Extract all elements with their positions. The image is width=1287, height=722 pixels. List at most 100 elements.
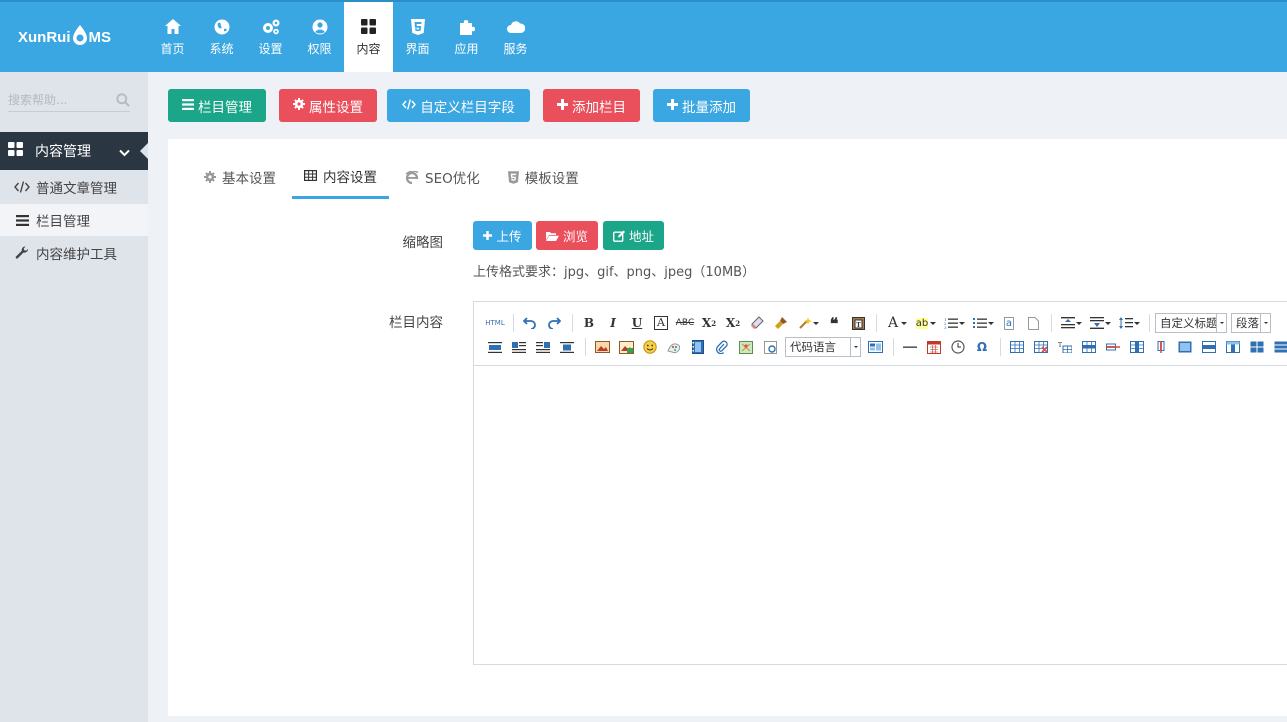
ordered-list-icon[interactable]: 123: [940, 313, 965, 333]
emoticon-icon[interactable]: [639, 337, 661, 357]
bold-icon[interactable]: B: [578, 313, 600, 333]
gear-icon: [293, 97, 305, 114]
blockquote-icon[interactable]: ❝: [823, 313, 845, 333]
insert-table-icon[interactable]: [1006, 337, 1028, 357]
search-icon[interactable]: [116, 92, 130, 107]
nav-services[interactable]: 服务: [491, 2, 540, 72]
tab-seo[interactable]: SEO优化: [393, 155, 492, 199]
nav-label: 首页: [160, 41, 185, 56]
superscript-icon[interactable]: X2: [698, 313, 720, 333]
page-break-icon[interactable]: [1022, 313, 1044, 333]
code-language-select[interactable]: 代码语言: [785, 337, 861, 357]
row-spacing-top-icon[interactable]: [1057, 313, 1082, 333]
sidebar-group-label: 内容管理: [35, 144, 91, 160]
strikethrough-icon[interactable]: ABC: [674, 313, 696, 333]
button-label: 自定义栏目字段: [420, 99, 515, 116]
subscript-icon[interactable]: X2: [722, 313, 744, 333]
merge-right-icon[interactable]: [1198, 337, 1220, 357]
image-center-icon[interactable]: [556, 337, 578, 357]
sidebar-search: [8, 88, 130, 112]
nav-label: 设置: [258, 41, 283, 56]
delete-col-icon[interactable]: [1150, 337, 1172, 357]
nav-permission[interactable]: 权限: [295, 2, 344, 72]
image-right-icon[interactable]: [532, 337, 554, 357]
auto-typeset-icon[interactable]: [794, 313, 819, 333]
custom-fields-button[interactable]: 自定义栏目字段: [387, 89, 530, 122]
insert-image-icon[interactable]: [615, 337, 637, 357]
image-left-icon[interactable]: [508, 337, 530, 357]
tab-template[interactable]: 模板设置: [496, 155, 591, 199]
insert-col-icon[interactable]: [1126, 337, 1148, 357]
nav-system[interactable]: 系统: [197, 2, 246, 72]
template-icon[interactable]: [864, 337, 886, 357]
globe-icon: [213, 18, 231, 36]
html-source-icon[interactable]: HTML: [484, 313, 506, 333]
button-label: 浏览: [562, 229, 588, 244]
sidebar-item-categories[interactable]: 栏目管理: [0, 204, 148, 236]
time-icon[interactable]: [947, 337, 969, 357]
nav-apps[interactable]: 应用: [442, 2, 491, 72]
split-cells-icon[interactable]: [1246, 337, 1268, 357]
eraser-icon[interactable]: [746, 313, 768, 333]
insert-paragraph-before-table-icon[interactable]: T: [1054, 337, 1076, 357]
nav-settings[interactable]: 设置: [246, 2, 295, 72]
italic-icon[interactable]: I: [602, 313, 624, 333]
horizontal-rule-icon[interactable]: [899, 337, 921, 357]
redo-icon[interactable]: [543, 313, 565, 333]
underline-icon[interactable]: U: [626, 313, 648, 333]
font-color-icon[interactable]: A: [882, 313, 907, 333]
image-none-icon[interactable]: [484, 337, 506, 357]
split-rows-icon[interactable]: [1270, 337, 1287, 357]
date-icon[interactable]: [923, 337, 945, 357]
tab-basic[interactable]: 基本设置: [192, 155, 288, 199]
line-height-icon[interactable]: [1115, 313, 1140, 333]
delete-row-icon[interactable]: [1102, 337, 1124, 357]
category-manage-button[interactable]: 栏目管理: [168, 89, 266, 122]
row-spacing-bottom-icon[interactable]: [1086, 313, 1111, 333]
sidebar-group-content[interactable]: 内容管理: [0, 132, 148, 170]
delete-table-icon[interactable]: [1030, 337, 1052, 357]
undo-icon[interactable]: [519, 313, 541, 333]
custom-title-select[interactable]: 自定义标题: [1155, 313, 1227, 333]
sidebar-item-label: 内容维护工具: [36, 247, 117, 263]
format-brush-icon[interactable]: [770, 313, 792, 333]
search-input[interactable]: [8, 92, 104, 107]
insert-frame-icon[interactable]: [759, 337, 781, 357]
simple-upload-icon[interactable]: [591, 337, 613, 357]
merge-down-icon[interactable]: [1222, 337, 1244, 357]
attribute-settings-button[interactable]: 属性设置: [279, 89, 377, 122]
top-nav: 首页 系统 设置 权限 内容 界面 应用 服务: [148, 2, 540, 72]
browse-button[interactable]: 浏览: [536, 221, 598, 250]
nav-home[interactable]: 首页: [148, 2, 197, 72]
separator: [572, 314, 573, 332]
special-char-icon[interactable]: Ω: [971, 337, 993, 357]
merge-cells-icon[interactable]: [1174, 337, 1196, 357]
nav-content[interactable]: 内容: [344, 2, 393, 72]
nav-label: 服务: [503, 41, 528, 56]
add-category-button[interactable]: 添加栏目: [543, 89, 640, 122]
insert-row-icon[interactable]: [1078, 337, 1100, 357]
attachment-icon[interactable]: [711, 337, 733, 357]
video-icon[interactable]: [687, 337, 709, 357]
tab-content[interactable]: 内容设置: [292, 155, 389, 199]
paragraph-select[interactable]: 段落: [1231, 313, 1271, 333]
highlight-color-icon[interactable]: ab: [911, 313, 936, 333]
unordered-list-icon[interactable]: [969, 313, 994, 333]
puzzle-icon: [458, 18, 476, 36]
scrawl-icon[interactable]: [663, 337, 685, 357]
nav-label: 界面: [405, 41, 430, 56]
batch-add-button[interactable]: 批量添加: [653, 89, 750, 122]
address-button[interactable]: 地址: [603, 221, 664, 250]
font-border-icon[interactable]: A: [650, 313, 672, 333]
button-label: 添加栏目: [572, 99, 626, 116]
separator: [893, 338, 894, 356]
grid-icon: [8, 142, 23, 160]
nav-interface[interactable]: 界面: [393, 2, 442, 72]
map-icon[interactable]: [735, 337, 757, 357]
sidebar-item-articles[interactable]: 普通文章管理: [0, 171, 148, 203]
anchor-icon[interactable]: a: [998, 313, 1020, 333]
logo[interactable]: XunRui MS: [18, 2, 111, 72]
upload-button[interactable]: 上传: [473, 221, 532, 250]
paste-text-icon[interactable]: T: [847, 313, 869, 333]
sidebar-item-maintenance[interactable]: 内容维护工具: [0, 237, 148, 269]
